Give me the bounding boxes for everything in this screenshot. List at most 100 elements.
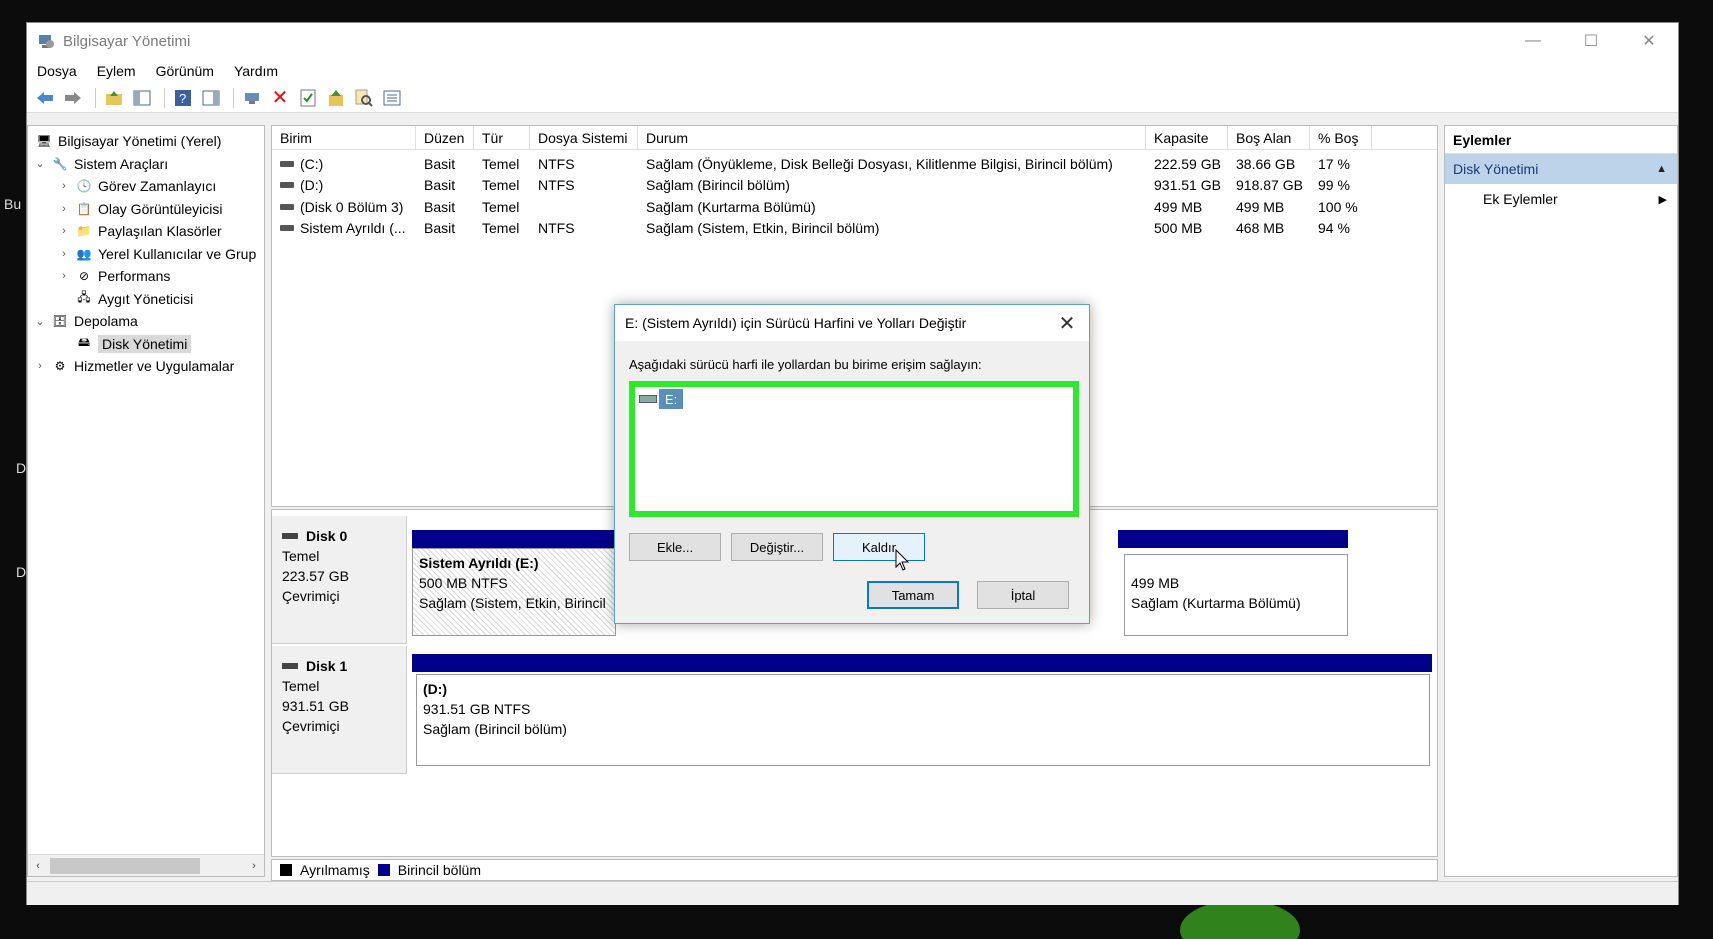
ok-button[interactable]: Tamam	[867, 581, 959, 609]
disk-icon	[282, 533, 298, 539]
table-row[interactable]: Sistem Ayrıldı (... Basit Temel NTFS Sağ…	[272, 218, 1437, 240]
column-header[interactable]: Birim	[272, 126, 416, 149]
table-cell: Temel	[482, 177, 520, 194]
table-cell: 918.87 GB	[1236, 177, 1303, 194]
disk-type: Temel	[282, 548, 320, 564]
partition-recovery[interactable]: 499 MB Sağlam (Kurtarma Bölümü)	[1124, 554, 1348, 636]
menu-file[interactable]: Dosya	[37, 63, 77, 79]
chevron-right-icon: ▶	[1658, 193, 1667, 206]
tree-item-task-scheduler[interactable]: › 🕓 Görev Zamanlayıcı	[28, 175, 264, 198]
table-row[interactable]: (C:) Basit Temel NTFS Sağlam (Önyükleme,…	[272, 153, 1437, 175]
more-actions-item[interactable]: Ek Eylemler ▶	[1445, 184, 1677, 214]
scroll-right-icon[interactable]: ›	[244, 860, 264, 872]
delete-icon[interactable]: ✕	[268, 87, 292, 109]
tree-item-system-tools[interactable]: ⌄ 🔧 Sistem Araçları	[28, 153, 264, 176]
table-row[interactable]: (Disk 0 Bölüm 3) Basit Temel Sağlam (Kur…	[272, 196, 1437, 218]
chevron-right-icon[interactable]: ›	[56, 180, 72, 192]
connect-icon[interactable]	[240, 87, 264, 109]
table-cell	[530, 196, 638, 218]
table-cell: 499 MB	[1236, 198, 1285, 215]
export-icon[interactable]	[324, 87, 348, 109]
table-cell: Temel	[482, 220, 520, 237]
add-button[interactable]: Ekle...	[629, 533, 721, 561]
tools-icon: 🔧	[52, 156, 68, 171]
list-item[interactable]: E:	[639, 389, 684, 409]
disk-name: Disk 0	[306, 528, 348, 544]
column-header[interactable]: Düzen	[416, 126, 474, 149]
column-header[interactable]: Durum	[638, 126, 1146, 149]
remove-button[interactable]: Kaldır	[833, 533, 925, 561]
partition-d[interactable]: (D:) 931.51 GB NTFS Sağlam (Birincil böl…	[416, 674, 1430, 766]
check-icon[interactable]	[296, 87, 320, 109]
partition-system-reserved[interactable]: Sistem Ayrıldı (E:) 500 MB NTFS Sağlam (…	[412, 548, 616, 636]
partition-bar	[412, 530, 616, 548]
partition-name: Sistem Ayrıldı (E:)	[419, 555, 539, 571]
disk-row: Disk 1 Temel 931.51 GB Çevrimiçi (D:) 93…	[272, 646, 1439, 774]
menu-action[interactable]: Eylem	[97, 63, 136, 79]
tree-item-event-viewer[interactable]: › 📋 Olay Görüntüleyicisi	[28, 198, 264, 221]
tree-item-services-applications[interactable]: › ⚙ Hizmetler ve Uygulamalar	[28, 355, 264, 378]
forward-icon[interactable]	[61, 87, 85, 109]
tree-item-storage[interactable]: ⌄ 🗄 Depolama	[28, 310, 264, 333]
menu-help[interactable]: Yardım	[234, 63, 278, 79]
tree-item-performance[interactable]: › ⊘ Performans	[28, 265, 264, 288]
chevron-down-icon[interactable]: ⌄	[32, 315, 48, 328]
chevron-down-icon[interactable]: ⌄	[32, 157, 48, 170]
chevron-right-icon[interactable]: ›	[56, 270, 72, 282]
tree-item-device-manager[interactable]: 🖧 Aygıt Yöneticisi	[28, 288, 264, 311]
disk-label[interactable]: Disk 0 Temel 223.57 GB Çevrimiçi	[272, 516, 407, 644]
desktop-text: Bu	[4, 196, 22, 212]
scroll-left-icon[interactable]: ‹	[28, 860, 48, 872]
drive-letter-list[interactable]: E:	[629, 381, 1079, 517]
properties-pane-icon[interactable]	[199, 87, 223, 109]
scrollbar-thumb[interactable]	[50, 857, 200, 874]
column-header[interactable]: Tür	[474, 126, 530, 149]
dialog-title-bar[interactable]: E: (Sistem Ayrıldı) için Sürücü Harfini …	[615, 305, 1089, 341]
change-drive-letter-dialog: E: (Sistem Ayrıldı) için Sürücü Harfini …	[614, 304, 1090, 624]
back-icon[interactable]	[33, 87, 57, 109]
disk-label[interactable]: Disk 1 Temel 931.51 GB Çevrimiçi	[272, 646, 407, 774]
tree-item-disk-management[interactable]: 🖴 Disk Yönetimi	[28, 333, 264, 356]
chevron-right-icon[interactable]: ›	[56, 248, 72, 260]
chevron-right-icon[interactable]: ›	[56, 225, 72, 237]
help-icon[interactable]: ?	[171, 87, 195, 109]
tree-item-local-users[interactable]: › 👥 Yerel Kullanıcılar ve Grup	[28, 243, 264, 266]
column-header[interactable]: % Boş	[1310, 126, 1372, 149]
tree-item-shared-folders[interactable]: › 📁 Paylaşılan Klasörler	[28, 220, 264, 243]
dialog-close-icon[interactable]: ✕	[1045, 311, 1089, 336]
up-folder-icon[interactable]	[102, 87, 126, 109]
services-icon: ⚙	[54, 359, 66, 374]
change-button[interactable]: Değiştir...	[731, 533, 823, 561]
toolbar-separator	[233, 87, 234, 108]
table-cell: Basit	[424, 177, 456, 194]
maximize-button[interactable]: ☐	[1562, 23, 1620, 59]
collapse-up-icon[interactable]: ▲	[1656, 163, 1667, 175]
tree-horizontal-scrollbar[interactable]: ‹ ›	[28, 854, 264, 876]
search-icon[interactable]	[352, 87, 376, 109]
partition-bar	[412, 654, 1432, 672]
menu-bar: Dosya Eylem Görünüm Yardım	[27, 59, 1678, 83]
list-icon[interactable]	[380, 87, 404, 109]
close-button[interactable]: ✕	[1620, 23, 1678, 59]
table-row[interactable]: (D:) Basit Temel NTFS Sağlam (Birincil b…	[272, 175, 1437, 197]
table-cell: Temel	[482, 198, 520, 215]
actions-section-label: Disk Yönetimi	[1453, 161, 1539, 177]
show-tree-icon[interactable]	[130, 87, 154, 109]
storage-icon: 🗄	[52, 314, 68, 329]
toolbar: ? ✕	[27, 83, 1678, 113]
tree-item-label: Aygıt Yöneticisi	[98, 290, 194, 307]
chevron-right-icon[interactable]: ›	[32, 360, 48, 372]
actions-section-disk-management[interactable]: Disk Yönetimi ▲	[1445, 154, 1677, 184]
mouse-cursor-icon	[895, 549, 910, 571]
tree-item-computer-management[interactable]: 🖥 Bilgisayar Yönetimi (Yerel)	[28, 130, 264, 153]
partition-status: Sağlam (Sistem, Etkin, Birincil	[419, 595, 606, 611]
navigation-tree: 🖥 Bilgisayar Yönetimi (Yerel) ⌄ 🔧 Sistem…	[27, 125, 265, 877]
column-header[interactable]: Kapasite	[1146, 126, 1228, 149]
menu-view[interactable]: Görünüm	[156, 63, 214, 79]
column-header[interactable]: Boş Alan	[1228, 126, 1310, 149]
minimize-button[interactable]: —	[1504, 23, 1562, 59]
column-header[interactable]: Dosya Sistemi	[530, 126, 638, 149]
chevron-right-icon[interactable]: ›	[56, 203, 72, 215]
title-bar[interactable]: Bilgisayar Yönetimi — ☐ ✕	[27, 23, 1678, 59]
cancel-button[interactable]: İptal	[977, 581, 1069, 609]
